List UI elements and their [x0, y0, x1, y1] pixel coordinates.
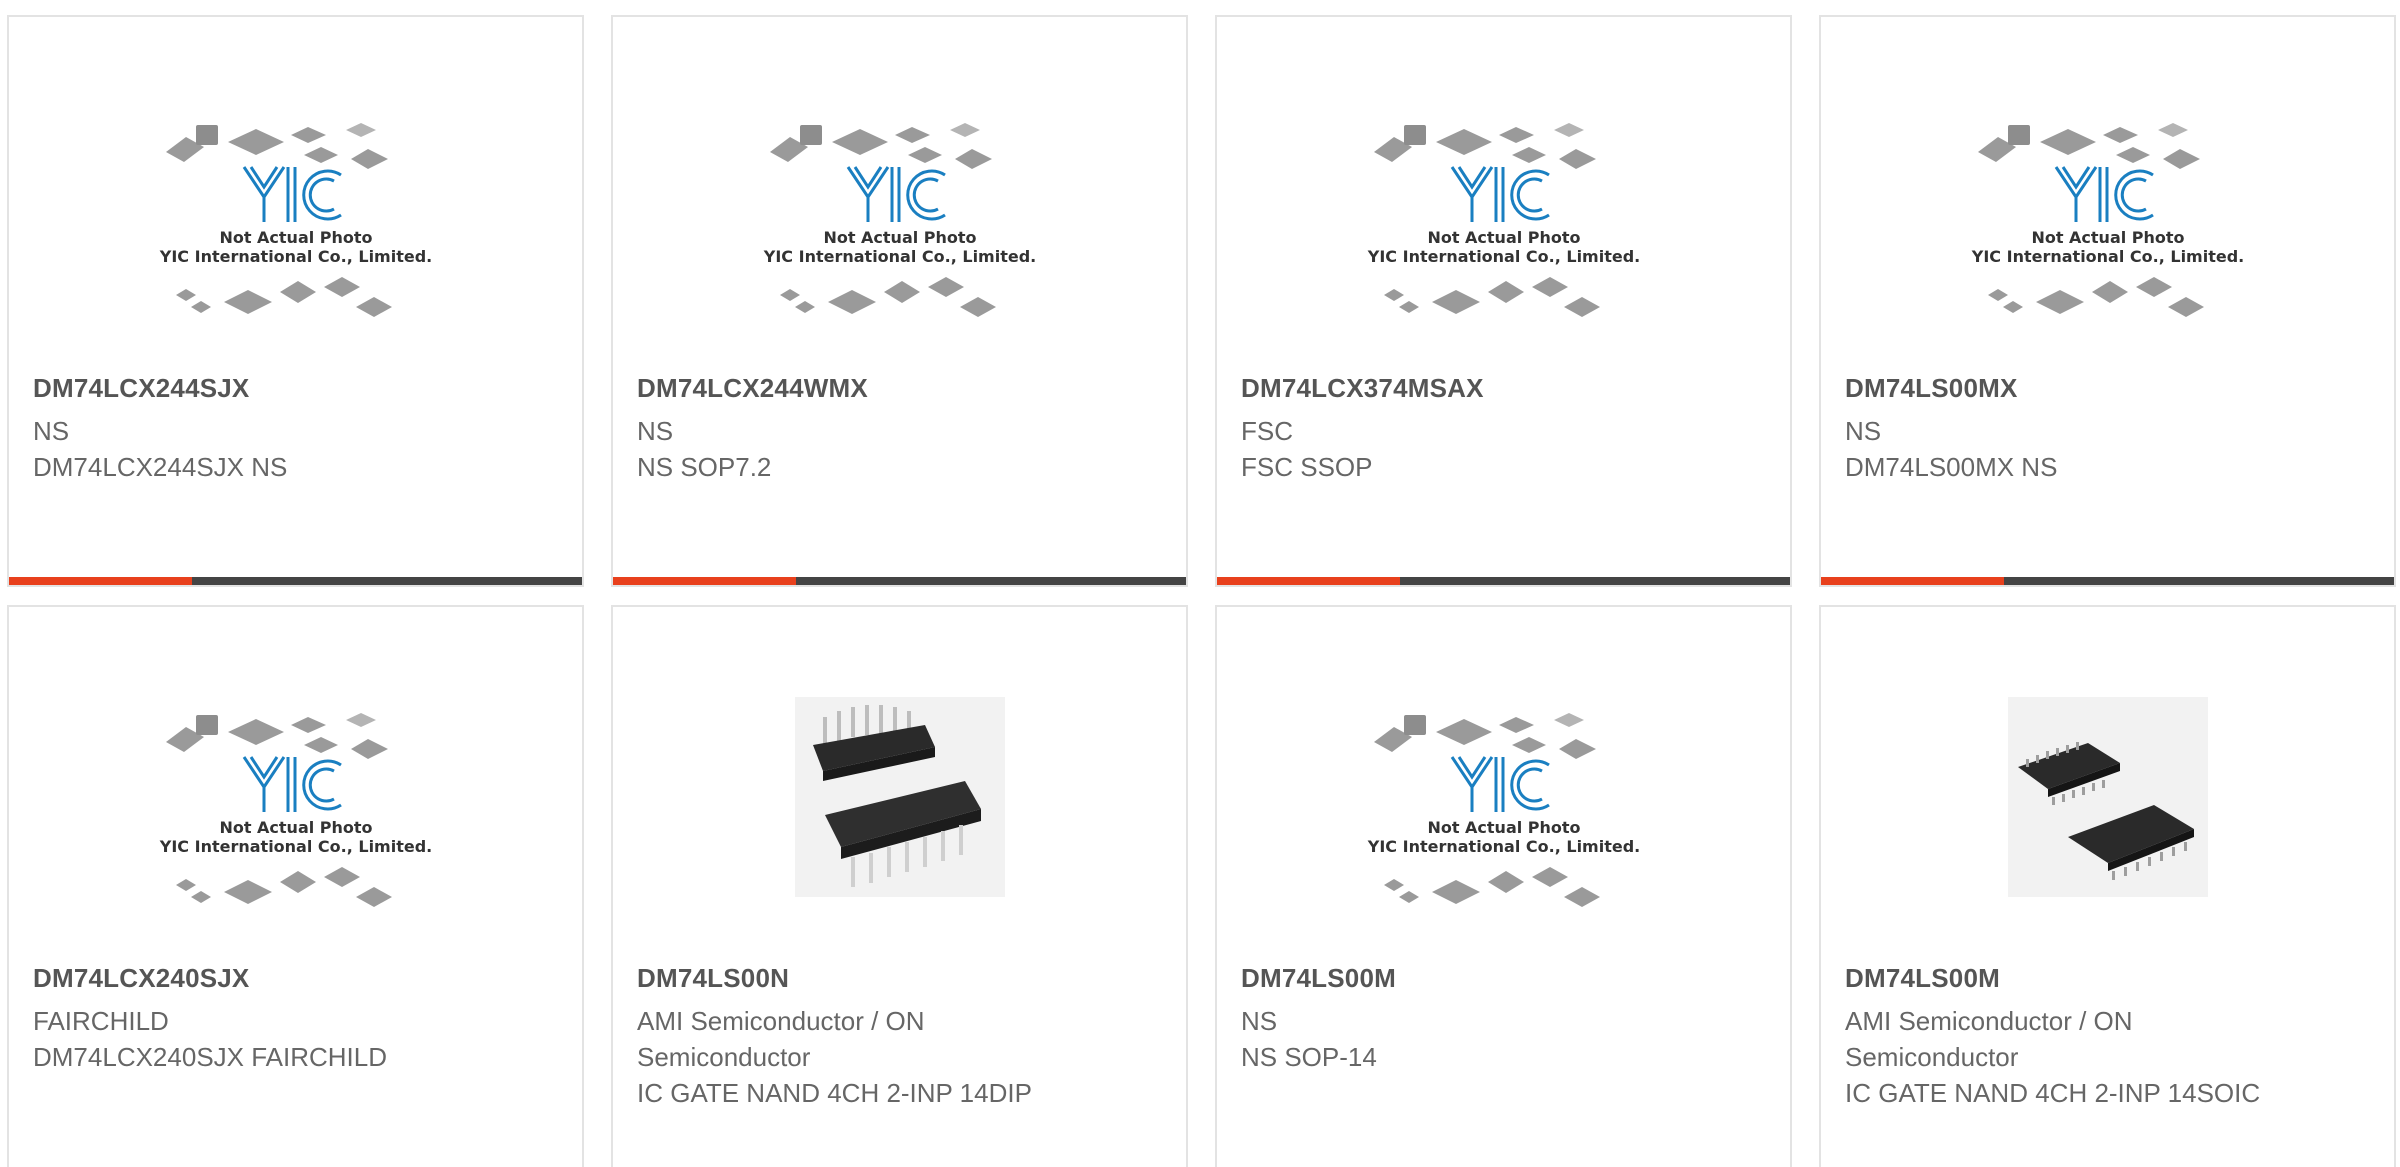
product-part-number[interactable]: DM74LS00MX — [1845, 373, 2018, 404]
product-card[interactable]: Not Actual Photo YIC International Co., … — [611, 15, 1188, 587]
product-manufacturer: NS — [1241, 1006, 1278, 1036]
placeholder-line1: Not Actual Photo — [823, 228, 976, 247]
product-card[interactable]: Not Actual Photo YIC International Co., … — [1215, 15, 1792, 587]
product-image-placeholder[interactable]: Not Actual Photo YIC International Co., … — [613, 97, 1186, 357]
placeholder-line2: YIC International Co., Limited. — [762, 247, 1035, 266]
product-manufacturer: AMI Semiconductor / ON Semiconductor — [1845, 1006, 2133, 1072]
product-image-placeholder[interactable]: Not Actual Photo YIC International Co., … — [1217, 97, 1790, 357]
placeholder-line1: Not Actual Photo — [2031, 228, 2184, 247]
product-manufacturer: NS — [33, 416, 70, 446]
product-card[interactable]: Not Actual Photo YIC International Co., … — [1819, 15, 2396, 587]
product-description: NS SOP7.2 — [637, 452, 772, 482]
product-manufacturer: NS — [637, 416, 674, 446]
product-manufacturer: AMI Semiconductor / ON Semiconductor — [637, 1006, 925, 1072]
product-image-placeholder[interactable]: Not Actual Photo YIC International Co., … — [9, 97, 582, 357]
card-bottom-bar — [9, 577, 582, 585]
placeholder-line2: YIC International Co., Limited. — [1970, 247, 2243, 266]
product-card[interactable]: DM74LS00M AMI Semiconductor / ON Semicon… — [1819, 605, 2396, 1167]
product-part-number[interactable]: DM74LCX244SJX — [33, 373, 249, 404]
product-description: IC GATE NAND 4CH 2-INP 14DIP — [637, 1078, 1032, 1108]
soic-chip-icon — [2007, 697, 2208, 897]
product-grid: Not Actual Photo YIC International Co., … — [0, 0, 2400, 1167]
product-image-placeholder[interactable]: Not Actual Photo YIC International Co., … — [9, 687, 582, 947]
product-card[interactable]: Not Actual Photo YIC International Co., … — [7, 605, 584, 1167]
placeholder-graphic: Not Actual Photo YIC International Co., … — [762, 123, 1036, 317]
product-part-number[interactable]: DM74LS00M — [1845, 963, 2000, 994]
product-image-placeholder[interactable]: Not Actual Photo YIC International Co., … — [1217, 687, 1790, 947]
product-part-number[interactable]: DM74LS00M — [1241, 963, 1396, 994]
card-bottom-bar — [1217, 577, 1790, 585]
placeholder-line2: YIC International Co., Limited. — [1366, 837, 1639, 856]
placeholder-line1: Not Actual Photo — [1427, 228, 1580, 247]
product-description: DM74LS00MX NS — [1845, 452, 2058, 482]
product-description: NS SOP-14 — [1241, 1042, 1377, 1072]
product-manufacturer: NS — [1845, 416, 1882, 446]
product-card[interactable]: DM74LS00N AMI Semiconductor / ON Semicon… — [611, 605, 1188, 1167]
product-part-number[interactable]: DM74LCX244WMX — [637, 373, 868, 404]
product-image-dip[interactable] — [613, 687, 1186, 947]
placeholder-graphic: Not Actual Photo YIC International Co., … — [158, 713, 432, 907]
placeholder-line2: YIC International Co., Limited. — [158, 837, 431, 856]
product-description: DM74LCX244SJX NS — [33, 452, 288, 482]
product-description: IC GATE NAND 4CH 2-INP 14SOIC — [1845, 1078, 2261, 1108]
placeholder-graphic: Not Actual Photo YIC International Co., … — [1366, 713, 1640, 907]
product-image-placeholder[interactable]: Not Actual Photo YIC International Co., … — [1821, 97, 2394, 357]
product-part-number[interactable]: DM74LCX374MSAX — [1241, 373, 1484, 404]
placeholder-line1: Not Actual Photo — [1427, 818, 1580, 837]
placeholder-line1: Not Actual Photo — [219, 228, 372, 247]
placeholder-graphic: Not Actual Photo YIC International Co., … — [158, 123, 432, 317]
card-bottom-bar — [613, 577, 1186, 585]
placeholder-line1: Not Actual Photo — [219, 818, 372, 837]
product-part-number[interactable]: DM74LS00N — [637, 963, 789, 994]
product-card[interactable]: Not Actual Photo YIC International Co., … — [1215, 605, 1792, 1167]
placeholder-line2: YIC International Co., Limited. — [158, 247, 431, 266]
placeholder-graphic: Not Actual Photo YIC International Co., … — [1970, 123, 2244, 317]
dip-chip-icon — [794, 697, 1005, 897]
card-bottom-bar — [1821, 577, 2394, 585]
placeholder-line2: YIC International Co., Limited. — [1366, 247, 1639, 266]
product-card[interactable]: Not Actual Photo YIC International Co., … — [7, 15, 584, 587]
product-image-soic[interactable] — [1821, 687, 2394, 947]
placeholder-graphic: Not Actual Photo YIC International Co., … — [1366, 123, 1640, 317]
product-description: FSC SSOP — [1241, 452, 1373, 482]
product-manufacturer: FSC — [1241, 416, 1293, 446]
product-manufacturer: FAIRCHILD — [33, 1006, 169, 1036]
product-part-number[interactable]: DM74LCX240SJX — [33, 963, 249, 994]
product-description: DM74LCX240SJX FAIRCHILD — [33, 1042, 388, 1072]
